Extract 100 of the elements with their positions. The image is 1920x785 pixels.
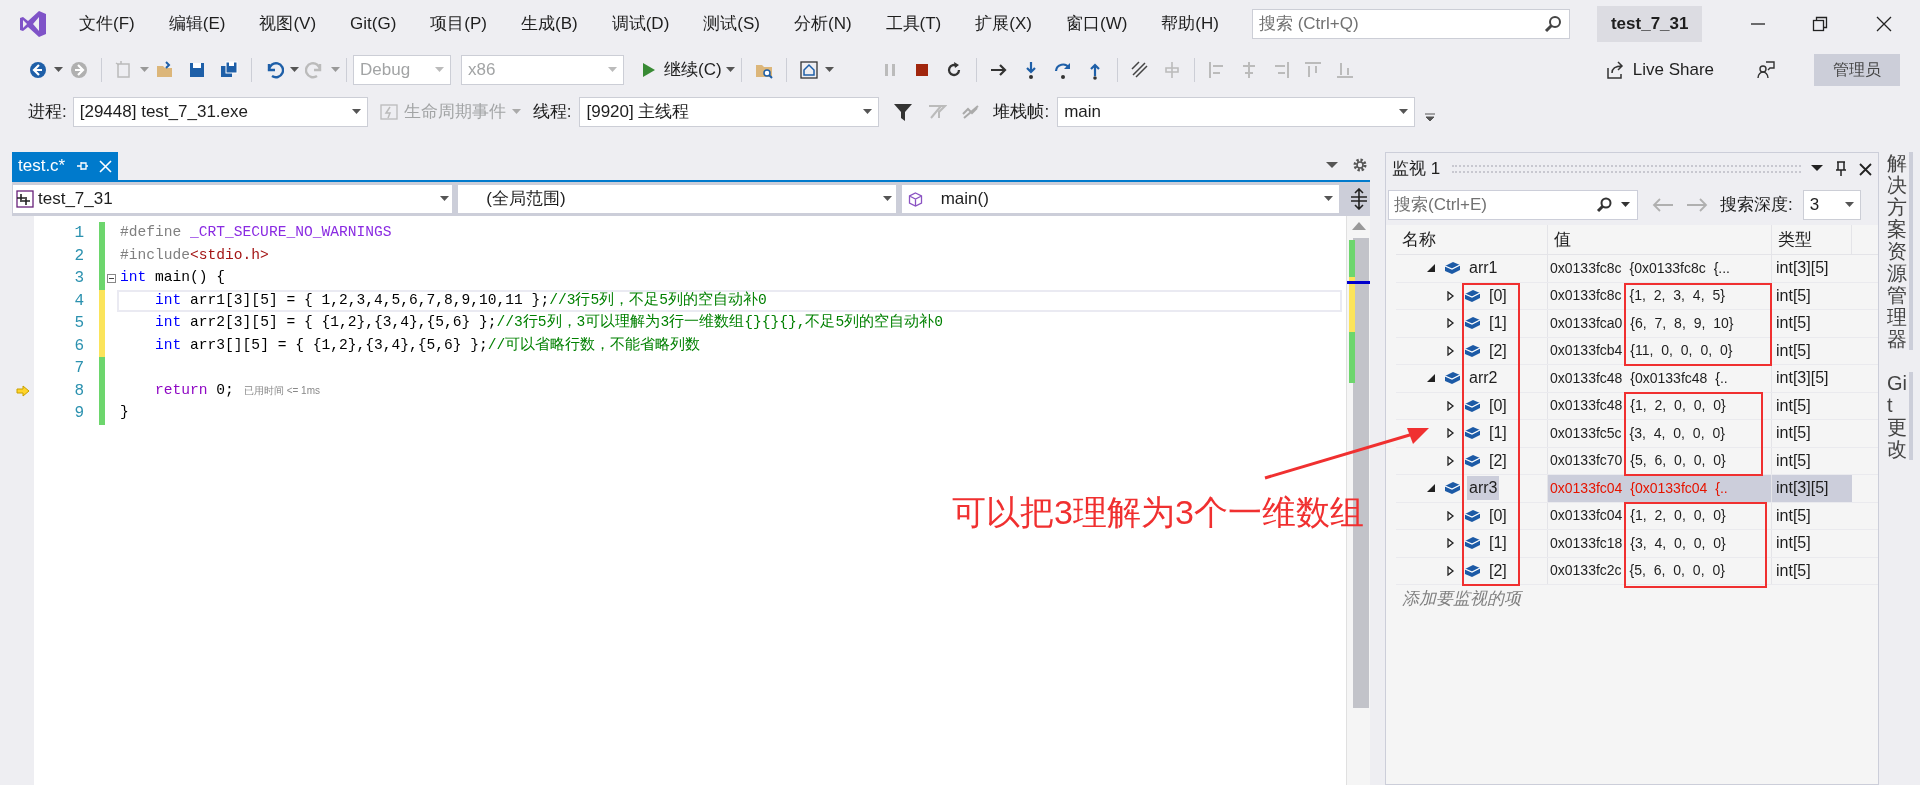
column-header[interactable]: 名称	[1396, 225, 1548, 254]
column-header[interactable]: 值	[1548, 225, 1772, 254]
search-field[interactable]: 搜索 (Ctrl+Q)	[1251, 9, 1570, 39]
collapse-arrow-icon[interactable]	[1426, 263, 1436, 274]
variable-value: 0x0133fca0 {6, 7, 8, 9, 10}	[1548, 310, 1772, 337]
variable-type: int[5]	[1775, 395, 1812, 416]
menu-item[interactable]: 工具(T)	[874, 11, 953, 37]
variable-name[interactable]: arr1	[1467, 256, 1500, 281]
save-icon[interactable]	[187, 60, 207, 80]
pin-icon[interactable]	[1835, 161, 1847, 177]
expand-arrow-icon[interactable]	[1446, 538, 1456, 549]
menu-item[interactable]: 扩展(X)	[964, 11, 1043, 37]
thread-dropdown[interactable]: [9920] 主线程	[579, 97, 880, 127]
expand-arrow-icon[interactable]	[1446, 428, 1456, 439]
collapse-icon[interactable]	[106, 273, 116, 283]
code-line: int arr2[3][5] = { {1,2},{3,4},{5,6} };//3行5列，3可以理解为3行一维数组{}{}{},不足5列的空自动补0	[154, 312, 943, 333]
variable-type: int[5]	[1775, 313, 1812, 334]
project-dropdown[interactable]: test_7_31	[13, 185, 453, 213]
menu-item[interactable]: 视图(V)	[248, 11, 328, 37]
continue-button[interactable]: 继续(C)	[638, 57, 726, 83]
menu-item[interactable]: 项目(P)	[419, 11, 498, 37]
expand-arrow-icon[interactable]	[1446, 510, 1456, 521]
house-icon[interactable]	[798, 60, 819, 80]
expand-arrow-icon[interactable]	[1446, 290, 1456, 301]
variable-name[interactable]: [1]	[1487, 311, 1509, 336]
back-icon[interactable]	[28, 60, 48, 80]
column-header[interactable]: 类型	[1772, 225, 1852, 254]
process-dropdown[interactable]: [29448] test_7_31.exe	[72, 97, 368, 127]
menu-item[interactable]: Git(G)	[339, 11, 408, 37]
code-line: return 0;	[154, 380, 234, 400]
variable-value: 0x0133fc48 {0x0133fc48 {..	[1548, 365, 1772, 392]
watch-search-field[interactable]: 搜索(Ctrl+E)	[1388, 190, 1638, 220]
code-line: int arr1[3][5] = { 1,2,3,4,5,6,7,8,9,10,11 };//3行5列，不足5列的空自动补0	[154, 290, 767, 310]
side-tab[interactable]: Git 更改	[1887, 372, 1913, 460]
variable-name[interactable]: [0]	[1487, 393, 1509, 418]
member-dropdown[interactable]: main()	[901, 185, 1340, 213]
menu-item[interactable]: 分析(N)	[782, 11, 863, 37]
variable-value: 0x0133fc5c {3, 4, 0, 0, 0}	[1548, 420, 1772, 447]
depth-dropdown[interactable]: 3	[1802, 190, 1861, 220]
menu-item[interactable]: 编辑(E)	[157, 11, 237, 37]
step-over-icon[interactable]	[1052, 60, 1073, 80]
caret-icon[interactable]	[824, 67, 834, 73]
menu-item[interactable]: 帮助(H)	[1150, 11, 1230, 37]
variable-name[interactable]: [2]	[1487, 558, 1509, 583]
thread-label: 线程:	[532, 101, 572, 124]
variable-name[interactable]: [1]	[1487, 421, 1509, 446]
expand-arrow-icon[interactable]	[1446, 565, 1456, 576]
variable-value: 0x0133fc8c {0x0133fc8c {...	[1548, 255, 1772, 282]
live-share-button[interactable]: Live Share	[1598, 57, 1720, 83]
caret-icon[interactable]	[725, 67, 735, 73]
expand-arrow-icon[interactable]	[1446, 318, 1456, 329]
caret-icon[interactable]	[290, 67, 299, 73]
variable-name[interactable]: [2]	[1487, 448, 1509, 473]
lightning-icon	[379, 103, 398, 121]
close-icon[interactable]	[1859, 162, 1872, 176]
open-folder-icon[interactable]	[155, 60, 175, 80]
add-watch-placeholder[interactable]: 添加要监视的项	[1396, 585, 1878, 613]
expand-arrow-icon[interactable]	[1446, 455, 1456, 466]
save-all-icon[interactable]	[219, 60, 239, 80]
split-icon[interactable]	[1349, 188, 1369, 210]
line-number: 8	[73, 380, 85, 402]
feedback-icon[interactable]	[1756, 60, 1776, 80]
side-tab[interactable]: 解决方案资源管理器	[1887, 152, 1913, 350]
stack-frame-dropdown[interactable]: main	[1057, 97, 1416, 127]
settings-icon[interactable]	[1352, 157, 1368, 173]
variable-name[interactable]: [2]	[1487, 338, 1509, 363]
caret-icon[interactable]	[1811, 165, 1823, 173]
variable-value: 0x0133fc2c {5, 6, 0, 0, 0}	[1548, 557, 1772, 584]
variable-name[interactable]: arr3	[1467, 476, 1500, 501]
overflow-icon[interactable]	[1425, 112, 1436, 122]
stack-frame-label: 堆栈帧:	[993, 101, 1050, 124]
expand-arrow-icon[interactable]	[1446, 345, 1456, 356]
variable-name[interactable]: [1]	[1487, 531, 1509, 556]
line-number: 2	[73, 245, 85, 267]
hatched-icon[interactable]	[1129, 60, 1150, 80]
variable-name[interactable]: [0]	[1487, 283, 1509, 308]
restore-icon[interactable]	[1812, 16, 1829, 32]
cube-icon	[1464, 563, 1481, 578]
menu-item[interactable]: 测试(S)	[692, 11, 771, 37]
variable-type: int[5]	[1775, 533, 1812, 554]
filter-icon[interactable]	[893, 102, 914, 122]
project-icon	[16, 190, 34, 208]
collapse-arrow-icon[interactable]	[1426, 483, 1436, 494]
caret-icon[interactable]	[1326, 162, 1338, 170]
panel-grip[interactable]	[1452, 165, 1801, 173]
variable-name[interactable]: [0]	[1487, 503, 1509, 528]
collapse-arrow-icon[interactable]	[1426, 373, 1436, 384]
menu-item[interactable]: 生成(B)	[510, 11, 589, 37]
menu-item[interactable]: 文件(F)	[68, 11, 146, 37]
process-label: 进程:	[28, 101, 67, 124]
menu-item[interactable]: 窗口(W)	[1054, 11, 1139, 37]
variable-name[interactable]: arr2	[1467, 366, 1500, 391]
close-icon[interactable]	[1876, 16, 1893, 32]
scope-dropdown[interactable]: (全局范围)	[458, 185, 896, 213]
variable-type: int[5]	[1775, 560, 1812, 581]
menu-item[interactable]: 调试(D)	[600, 11, 681, 37]
caret-icon[interactable]	[54, 67, 63, 73]
scroll-up-icon[interactable]	[1351, 222, 1366, 230]
search-icon	[1596, 197, 1612, 213]
expand-arrow-icon[interactable]	[1446, 400, 1456, 411]
